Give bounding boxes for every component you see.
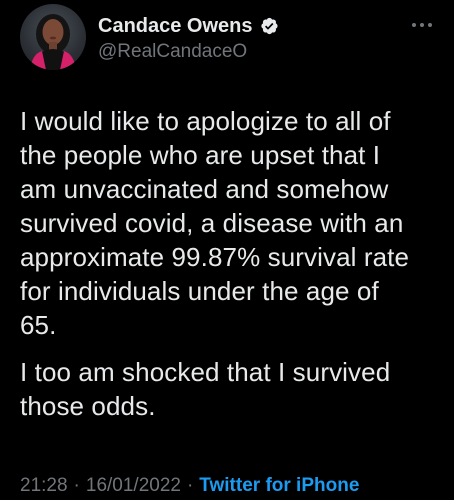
tweet-time[interactable]: 21:28 [20, 475, 68, 496]
more-horizontal-icon[interactable] [410, 20, 434, 30]
tweet-paragraph: I would like to apologize to all of the … [20, 106, 410, 340]
author-display-name[interactable]: Candace Owens [98, 14, 253, 38]
tweet-date[interactable]: 16/01/2022 [86, 475, 181, 496]
avatar[interactable] [20, 4, 86, 70]
author-name-row[interactable]: Candace Owens [98, 14, 279, 38]
tweet-card: Candace Owens @RealCandaceO I would like… [0, 0, 454, 500]
tweet-text: I would like to apologize to all of the … [20, 104, 444, 423]
avatar-portrait [30, 14, 76, 70]
verified-badge-icon [260, 17, 278, 35]
tweet-header: Candace Owens @RealCandaceO [20, 4, 440, 74]
tweet-meta: 21:28 · 16/01/2022 · Twitter for iPhone [20, 474, 359, 498]
author-names: Candace Owens @RealCandaceO [98, 14, 279, 64]
meta-separator: · [186, 475, 194, 496]
tweet-source-link[interactable]: Twitter for iPhone [199, 475, 359, 496]
author-handle[interactable]: @RealCandaceO [98, 40, 279, 64]
meta-separator: · [73, 475, 80, 496]
tweet-paragraph: I too am shocked that I survived those o… [20, 357, 391, 421]
